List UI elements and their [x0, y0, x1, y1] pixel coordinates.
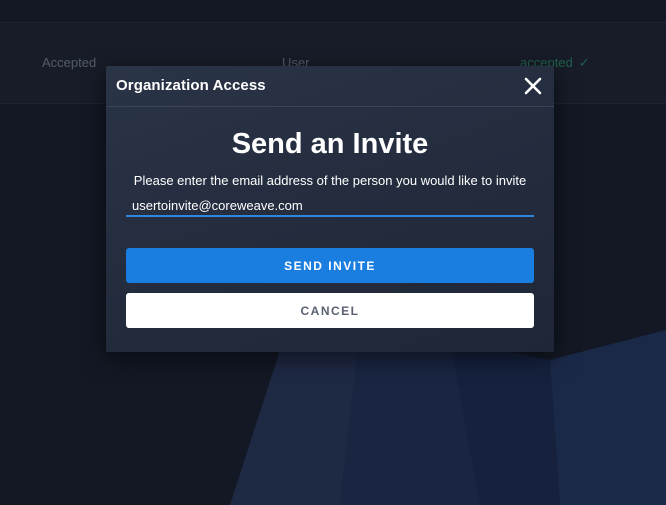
invite-description: Please enter the email address of the pe… — [133, 173, 527, 188]
close-icon — [524, 77, 542, 95]
invite-dialog: Organization Access Send an Invite Pleas… — [106, 66, 554, 352]
cancel-button[interactable]: CANCEL — [126, 293, 534, 328]
close-button[interactable] — [522, 75, 544, 97]
dialog-title: Organization Access — [116, 77, 266, 94]
email-field[interactable] — [126, 195, 534, 217]
dialog-header: Organization Access — [106, 66, 554, 107]
invite-heading: Send an Invite — [231, 128, 429, 160]
send-invite-button[interactable]: SEND INVITE — [126, 248, 534, 283]
page: Accepted User accepted ✓ Organization Acc… — [0, 0, 666, 505]
